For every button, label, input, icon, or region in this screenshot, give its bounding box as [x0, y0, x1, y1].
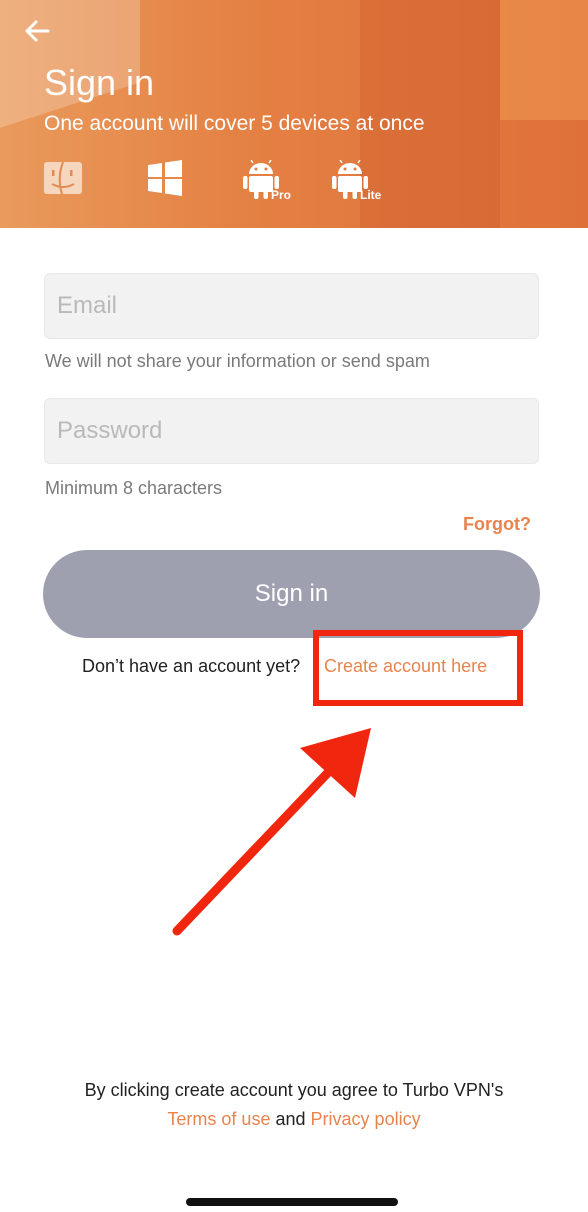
- and-text: and: [275, 1109, 306, 1129]
- platform-android-pro: Pro: [243, 160, 291, 206]
- forgot-password-link[interactable]: Forgot?: [463, 514, 531, 535]
- account-prompt: Don’t have an account yet?: [82, 656, 301, 676]
- arrow-left-icon: [25, 20, 50, 42]
- page-subtitle: One account will cover 5 devices at once: [44, 112, 425, 135]
- header-banner: Sign in One account will cover 5 devices…: [0, 0, 588, 228]
- platform-windows: [147, 160, 183, 206]
- back-button[interactable]: [22, 16, 56, 46]
- email-field[interactable]: [44, 273, 539, 339]
- mac-finder-icon: [44, 161, 82, 195]
- sign-in-button[interactable]: Sign in: [43, 550, 540, 638]
- terms-links-row: Terms of use and Privacy policy: [0, 1109, 588, 1130]
- privacy-policy-link[interactable]: Privacy policy: [311, 1109, 421, 1129]
- page-title: Sign in: [44, 62, 155, 103]
- red-arrow-icon: [172, 728, 371, 936]
- terms-of-use-link[interactable]: Terms of use: [167, 1109, 270, 1129]
- password-field[interactable]: [44, 398, 539, 464]
- terms-notice: By clicking create account you agree to …: [84, 1080, 504, 1100]
- windows-icon: [148, 160, 182, 196]
- platform-tag: Pro: [271, 188, 292, 202]
- platform-mac: [43, 160, 83, 206]
- header-decoration: [500, 0, 588, 120]
- home-indicator[interactable]: [186, 1198, 398, 1206]
- password-hint: Minimum 8 characters: [45, 478, 223, 498]
- annotation-highlight-box: [313, 630, 523, 706]
- platform-tag: Lite: [360, 188, 382, 202]
- platform-android-lite: Lite: [332, 160, 381, 206]
- email-hint: We will not share your information or se…: [45, 351, 430, 371]
